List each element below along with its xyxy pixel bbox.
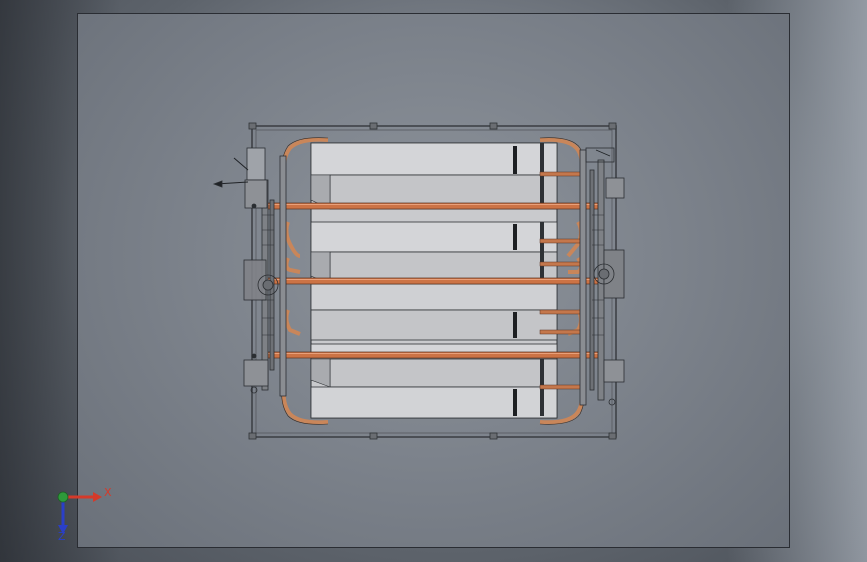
axis-triad: X Z: [48, 484, 118, 544]
x-axis-label: X: [104, 486, 112, 499]
panel-top: [310, 142, 558, 210]
pipe-row-2: [267, 277, 599, 285]
cad-model-top-view[interactable]: [0, 0, 867, 562]
triad-origin: [57, 491, 69, 503]
z-axis-label: Z: [58, 530, 66, 543]
pipe-row-1: [267, 202, 599, 210]
pipe-row-3: [267, 351, 599, 359]
